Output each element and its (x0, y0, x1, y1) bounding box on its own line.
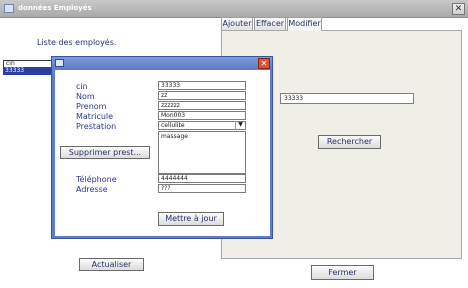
nom-field[interactable]: zz (158, 91, 246, 100)
dialog-app-icon (55, 59, 64, 67)
cin-field[interactable]: 33333 (158, 81, 246, 90)
nom-label: Nom (76, 92, 95, 101)
dialog-close-button[interactable]: ✕ (258, 58, 270, 69)
window-title: données Employés (18, 4, 92, 12)
prestation-select[interactable]: cellulite (158, 121, 246, 130)
refresh-button[interactable]: Actualiser (79, 258, 144, 271)
window-close-button[interactable]: ✕ (452, 3, 465, 15)
chevron-down-icon[interactable]: ▼ (235, 121, 245, 130)
cin-label: cin (76, 82, 88, 91)
telephone-label: Téléphone (76, 175, 117, 184)
update-button[interactable]: Mettre à jour (158, 212, 224, 226)
prestation-label: Prestation (76, 122, 117, 131)
adresse-field[interactable]: ??? (158, 184, 246, 193)
prestations-list[interactable]: massage (158, 131, 246, 174)
prenom-label: Prenom (76, 102, 107, 111)
employee-list-heading: Liste des employés. (37, 38, 117, 47)
search-button[interactable]: Rechercher (318, 135, 381, 149)
search-cin-input[interactable]: 33333 (280, 93, 414, 104)
dialog-title-bar[interactable] (52, 57, 272, 69)
tab-modifier[interactable]: Modifier (287, 17, 322, 31)
tab-ajouter[interactable]: Ajouter (221, 17, 253, 30)
close-button[interactable]: Fermer (311, 265, 374, 280)
matricule-label: Matricule (76, 112, 114, 121)
matricule-field[interactable]: Mon003 (158, 111, 246, 120)
telephone-field[interactable]: 4444444 (158, 174, 246, 183)
window-title-bar: données Employés (0, 0, 468, 18)
prenom-field[interactable]: zzzzzz (158, 101, 246, 110)
adresse-label: Adresse (76, 185, 108, 194)
employee-list-item[interactable]: 33333 (3, 67, 53, 75)
app-icon (4, 4, 14, 13)
tab-effacer[interactable]: Effacer (254, 17, 286, 30)
delete-prestation-button[interactable]: Supprimer prest... (60, 146, 150, 159)
